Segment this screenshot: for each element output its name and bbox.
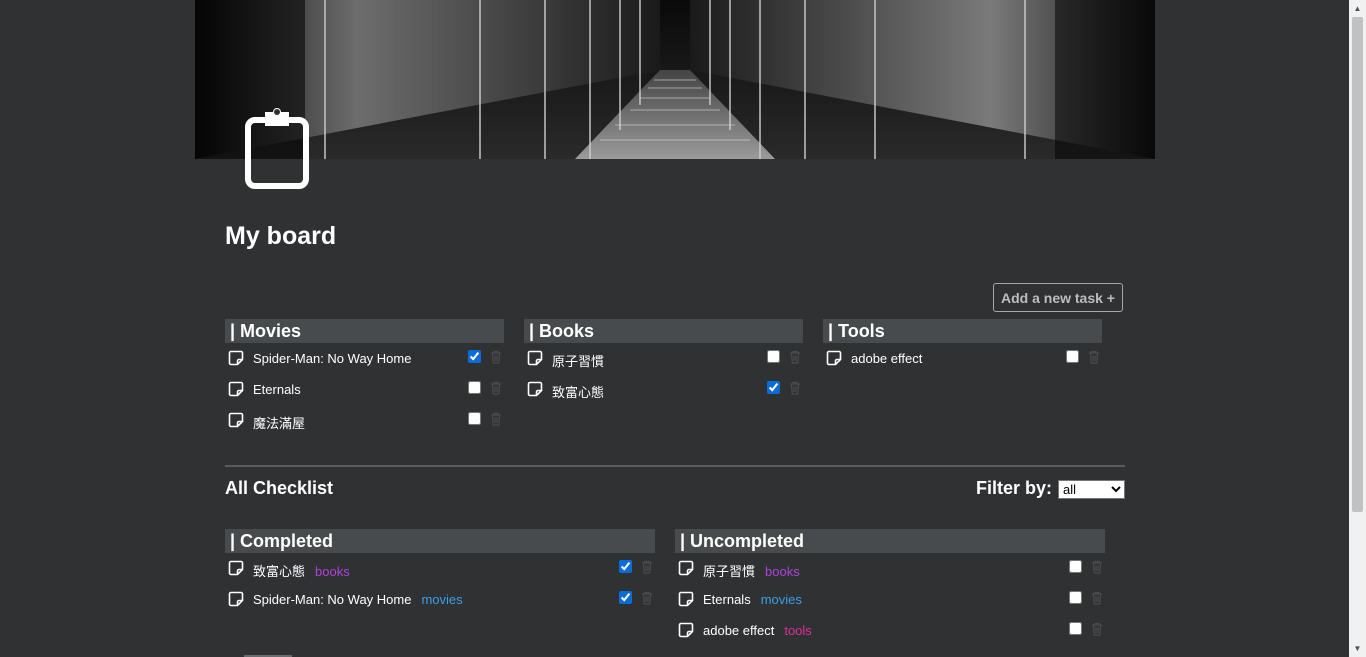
task-row: 致富心態 <box>524 374 803 405</box>
trash-icon[interactable] <box>641 591 653 605</box>
scroll-down-icon[interactable]: ▼ <box>1349 640 1366 657</box>
task-label: 致富心態 <box>552 385 605 400</box>
task-tag: books <box>315 564 350 579</box>
column-header: | Movies <box>225 319 504 343</box>
note-icon <box>228 591 244 607</box>
task-label: 原子習慣 <box>703 564 756 579</box>
task-label: Eternals <box>703 592 751 607</box>
trash-icon[interactable] <box>490 350 502 364</box>
task-row: Spider-Man: No Way Home movies <box>225 584 655 615</box>
page-title: My board <box>225 222 337 250</box>
task-checkbox[interactable] <box>619 560 632 573</box>
clipboard-icon <box>243 104 311 192</box>
task-column: | Movies Spider-Man: No Way Home Eternals 魔… <box>225 319 504 436</box>
task-row: adobe effect tools <box>675 615 1105 646</box>
checklist-title: All Checklist <box>225 478 334 498</box>
task-name: adobe effect tools <box>703 623 812 638</box>
task-row: 魔法滿屋 <box>225 405 504 436</box>
filter-label: Filter by: <box>976 478 1053 498</box>
note-icon <box>678 591 694 607</box>
task-tag: movies <box>421 592 463 607</box>
note-icon <box>228 560 244 576</box>
task-checkbox[interactable] <box>619 591 632 604</box>
task-tag: movies <box>760 592 802 607</box>
task-label: adobe effect <box>851 351 923 366</box>
trash-icon[interactable] <box>1091 591 1103 605</box>
task-checkbox[interactable] <box>1069 622 1082 635</box>
task-column: | Completed 致富心態 books Spider-Man: No Way H… <box>225 529 655 615</box>
task-row: 原子習慣 <box>524 343 803 374</box>
trash-icon[interactable] <box>490 381 502 395</box>
note-icon <box>678 560 694 576</box>
task-label: Spider-Man: No Way Home <box>253 351 412 366</box>
task-checkbox[interactable] <box>1069 560 1082 573</box>
note-icon <box>228 412 244 428</box>
task-row: 原子習慣 books <box>675 553 1105 584</box>
divider <box>225 465 1125 467</box>
task-label: 魔法滿屋 <box>253 416 306 431</box>
add-task-button[interactable]: Add a new task + <box>993 283 1123 312</box>
task-label: adobe effect <box>703 623 775 638</box>
task-column: | Books 原子習慣致富心態 <box>524 319 803 405</box>
cover-image <box>195 0 1155 159</box>
scrollbar[interactable]: ▲ ▼ <box>1349 0 1366 657</box>
task-tag: tools <box>784 623 812 638</box>
task-row: Eternals <box>225 374 504 405</box>
task-name: Spider-Man: No Way Home <box>253 351 411 366</box>
trash-icon[interactable] <box>641 560 653 574</box>
scroll-thumb[interactable] <box>1352 17 1363 512</box>
trash-icon[interactable] <box>1091 560 1103 574</box>
note-icon <box>678 622 694 638</box>
task-column: | Uncompleted 原子習慣 books Eternals movies adob… <box>675 529 1105 646</box>
task-name: Eternals <box>253 382 301 397</box>
task-column: | Tools adobe effect <box>823 319 1102 374</box>
trash-icon[interactable] <box>490 412 502 426</box>
task-checkbox[interactable] <box>468 381 481 394</box>
task-name: 致富心態 books <box>253 561 350 580</box>
task-checkbox[interactable] <box>1066 350 1079 363</box>
scroll-up-icon[interactable]: ▲ <box>1349 0 1366 17</box>
trash-icon[interactable] <box>789 381 801 395</box>
task-row: Eternals movies <box>675 584 1105 615</box>
task-label: 致富心態 <box>253 564 306 579</box>
task-row: adobe effect <box>823 343 1102 374</box>
task-checkbox[interactable] <box>767 350 780 363</box>
task-label: 原子習慣 <box>552 354 605 369</box>
task-tag: books <box>765 564 800 579</box>
trash-icon[interactable] <box>1088 350 1100 364</box>
note-icon <box>527 381 543 397</box>
filter-select[interactable]: all <box>1058 480 1125 499</box>
column-header: | Books <box>524 319 803 343</box>
task-checkbox[interactable] <box>767 381 780 394</box>
task-name: 原子習慣 <box>552 351 604 370</box>
task-checkbox[interactable] <box>468 350 481 363</box>
note-icon <box>228 381 244 397</box>
task-name: Spider-Man: No Way Home movies <box>253 592 463 607</box>
task-name: adobe effect <box>851 351 922 366</box>
column-header: | Tools <box>823 319 1102 343</box>
task-row: 致富心態 books <box>225 553 655 584</box>
task-name: 魔法滿屋 <box>253 413 305 432</box>
task-checkbox[interactable] <box>468 412 481 425</box>
trash-icon[interactable] <box>789 350 801 364</box>
column-header: | Completed <box>225 529 655 553</box>
column-header: | Uncompleted <box>675 529 1105 553</box>
note-icon <box>826 350 842 366</box>
task-name: 致富心態 <box>552 382 604 401</box>
note-icon <box>527 350 543 366</box>
task-name: Eternals movies <box>703 592 802 607</box>
task-name: 原子習慣 books <box>703 561 800 580</box>
task-label: Eternals <box>253 382 301 397</box>
trash-icon[interactable] <box>1091 622 1103 636</box>
task-checkbox[interactable] <box>1069 591 1082 604</box>
task-label: Spider-Man: No Way Home <box>253 592 412 607</box>
task-row: Spider-Man: No Way Home <box>225 343 504 374</box>
note-icon <box>228 350 244 366</box>
